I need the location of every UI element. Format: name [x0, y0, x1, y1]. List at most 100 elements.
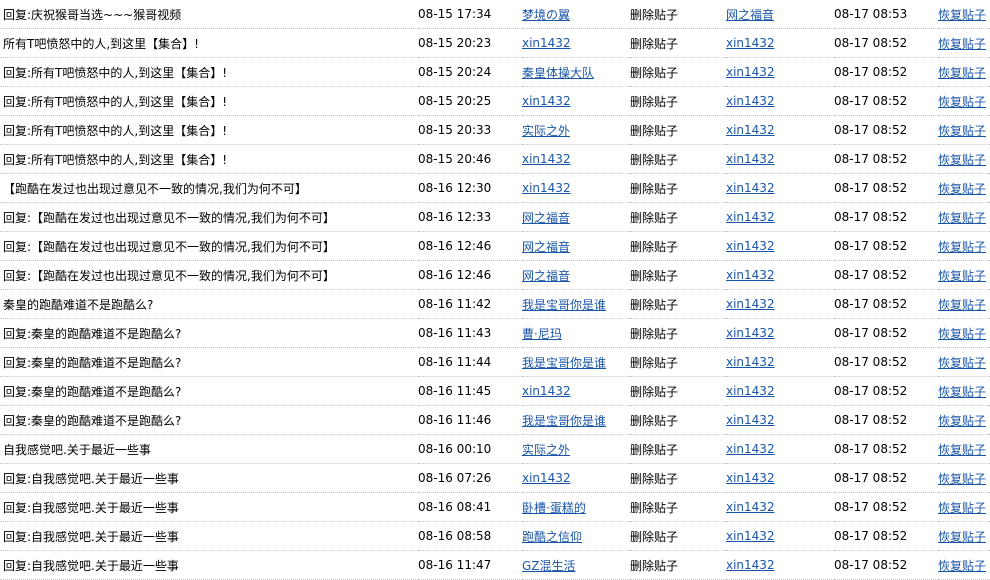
restore-post-link[interactable]: 恢复贴子 [938, 472, 986, 486]
operator-link[interactable]: xin1432 [726, 181, 775, 195]
restore-post-link[interactable]: 恢复贴子 [938, 37, 986, 51]
operator-link[interactable]: xin1432 [726, 442, 775, 456]
table-row: 回复:秦皇的跑酷难道不是跑酷么? 08-16 11:43 曹·尼玛 删除贴子 xin14… [0, 318, 990, 348]
restore-post-link[interactable]: 恢复贴子 [938, 240, 986, 254]
post-title: 自我感觉吧.关于最近一些事 [3, 442, 151, 457]
operator-link[interactable]: 网之福音 [726, 8, 774, 22]
restore-post-link[interactable]: 恢复贴子 [938, 269, 986, 283]
operation-time-cell: 08-17 08:52 [834, 463, 938, 493]
author-link[interactable]: 我是宝哥你是谁 [522, 414, 606, 428]
operator-link[interactable]: xin1432 [726, 558, 775, 572]
action-label-cell: 删除贴子 [630, 550, 726, 580]
operator-link[interactable]: xin1432 [726, 152, 775, 166]
operator-link[interactable]: xin1432 [726, 123, 775, 137]
action-label-cell: 删除贴子 [630, 463, 726, 493]
post-title-cell: 回复:秦皇的跑酷难道不是跑酷么? [0, 376, 418, 406]
operator-link-cell: xin1432 [726, 144, 834, 174]
author-link[interactable]: 我是宝哥你是谁 [522, 298, 606, 312]
author-link[interactable]: xin1432 [522, 181, 571, 195]
action-label: 删除贴子 [630, 529, 679, 544]
restore-post-link[interactable]: 恢复贴子 [938, 8, 986, 22]
author-link-cell: 实际之外 [522, 434, 630, 464]
author-link[interactable]: xin1432 [522, 152, 571, 166]
action-label-cell: 删除贴子 [630, 318, 726, 348]
post-time-cell: 08-16 11:42 [418, 289, 522, 319]
author-link[interactable]: 网之福音 [522, 269, 570, 283]
action-label: 删除贴子 [630, 558, 679, 573]
post-title-cell: 回复:自我感觉吧.关于最近一些事 [0, 492, 418, 522]
author-link[interactable]: 卧槽·蛋糕的 [522, 501, 586, 515]
author-link[interactable]: GZ混生活 [522, 559, 576, 573]
restore-post-link-cell: 恢复贴子 [938, 231, 990, 261]
operator-link[interactable]: xin1432 [726, 36, 775, 50]
operation-time: 08-17 08:52 [834, 413, 908, 427]
author-link[interactable]: 网之福音 [522, 211, 570, 225]
author-link[interactable]: 梦境の翼 [522, 8, 570, 22]
restore-post-link[interactable]: 恢复贴子 [938, 124, 986, 138]
operator-link[interactable]: xin1432 [726, 326, 775, 340]
post-time-cell: 08-16 11:47 [418, 550, 522, 580]
post-time-cell: 08-16 08:58 [418, 521, 522, 551]
operator-link[interactable]: xin1432 [726, 384, 775, 398]
post-time: 08-15 20:46 [418, 152, 492, 166]
action-label: 删除贴子 [630, 239, 679, 254]
author-link[interactable]: xin1432 [522, 94, 571, 108]
restore-post-link[interactable]: 恢复贴子 [938, 153, 986, 167]
operator-link[interactable]: xin1432 [726, 471, 775, 485]
restore-post-link-cell: 恢复贴子 [938, 260, 990, 290]
author-link[interactable]: 我是宝哥你是谁 [522, 356, 606, 370]
operator-link[interactable]: xin1432 [726, 297, 775, 311]
operation-time: 08-17 08:52 [834, 326, 908, 340]
restore-post-link[interactable]: 恢复贴子 [938, 356, 986, 370]
restore-post-link[interactable]: 恢复贴子 [938, 95, 986, 109]
author-link[interactable]: 跑酷之信仰 [522, 530, 582, 544]
post-title-cell: 回复:【跑酷在发过也出现过意见不一致的情况,我们为何不可】 [0, 260, 418, 290]
operator-link-cell: xin1432 [726, 28, 834, 58]
operator-link[interactable]: xin1432 [726, 500, 775, 514]
restore-post-link[interactable]: 恢复贴子 [938, 530, 986, 544]
post-time: 08-16 00:10 [418, 442, 492, 456]
restore-post-link[interactable]: 恢复贴子 [938, 298, 986, 312]
table-row: 回复:秦皇的跑酷难道不是跑酷么? 08-16 11:45 xin1432 删除贴子 xi… [0, 376, 990, 406]
operator-link[interactable]: xin1432 [726, 239, 775, 253]
restore-post-link[interactable]: 恢复贴子 [938, 66, 986, 80]
author-link[interactable]: 实际之外 [522, 124, 570, 138]
action-label-cell: 删除贴子 [630, 231, 726, 261]
restore-post-link-cell: 恢复贴子 [938, 144, 990, 174]
operator-link[interactable]: xin1432 [726, 210, 775, 224]
operator-link[interactable]: xin1432 [726, 268, 775, 282]
operator-link[interactable]: xin1432 [726, 94, 775, 108]
operation-time: 08-17 08:52 [834, 36, 908, 50]
table-row: 回复:所有T吧愤怒中的人,到这里【集合】! 08-15 20:25 xin1432 删… [0, 86, 990, 116]
moderation-log-table: 回复:庆祝猴哥当选~~~猴哥视频 08-15 17:34 梦境の翼 删除贴子 网之福音 0… [0, 0, 990, 580]
operator-link[interactable]: xin1432 [726, 413, 775, 427]
operator-link[interactable]: xin1432 [726, 65, 775, 79]
author-link[interactable]: 实际之外 [522, 443, 570, 457]
restore-post-link[interactable]: 恢复贴子 [938, 414, 986, 428]
restore-post-link[interactable]: 恢复贴子 [938, 327, 986, 341]
author-link[interactable]: xin1432 [522, 36, 571, 50]
post-title: 回复:所有T吧愤怒中的人,到这里【集合】! [3, 94, 227, 109]
action-label: 删除贴子 [630, 152, 679, 167]
table-row: 回复:【跑酷在发过也出现过意见不一致的情况,我们为何不可】 08-16 12:46… [0, 260, 990, 290]
restore-post-link-cell: 恢复贴子 [938, 0, 990, 29]
author-link[interactable]: 曹·尼玛 [522, 327, 562, 341]
post-title: 回复:自我感觉吧.关于最近一些事 [3, 558, 179, 573]
restore-post-link[interactable]: 恢复贴子 [938, 559, 986, 573]
author-link[interactable]: xin1432 [522, 384, 571, 398]
author-link[interactable]: xin1432 [522, 471, 571, 485]
post-time-cell: 08-15 20:33 [418, 115, 522, 145]
author-link[interactable]: 秦皇体操大队 [522, 66, 594, 80]
author-link[interactable]: 网之福音 [522, 240, 570, 254]
post-title: 回复:所有T吧愤怒中的人,到这里【集合】! [3, 123, 227, 138]
operation-time-cell: 08-17 08:52 [834, 318, 938, 348]
restore-post-link[interactable]: 恢复贴子 [938, 501, 986, 515]
restore-post-link[interactable]: 恢复贴子 [938, 182, 986, 196]
restore-post-link[interactable]: 恢复贴子 [938, 211, 986, 225]
operator-link[interactable]: xin1432 [726, 529, 775, 543]
restore-post-link[interactable]: 恢复贴子 [938, 443, 986, 457]
author-link-cell: xin1432 [522, 144, 630, 174]
operator-link[interactable]: xin1432 [726, 355, 775, 369]
restore-post-link[interactable]: 恢复贴子 [938, 385, 986, 399]
operator-link-cell: xin1432 [726, 173, 834, 203]
